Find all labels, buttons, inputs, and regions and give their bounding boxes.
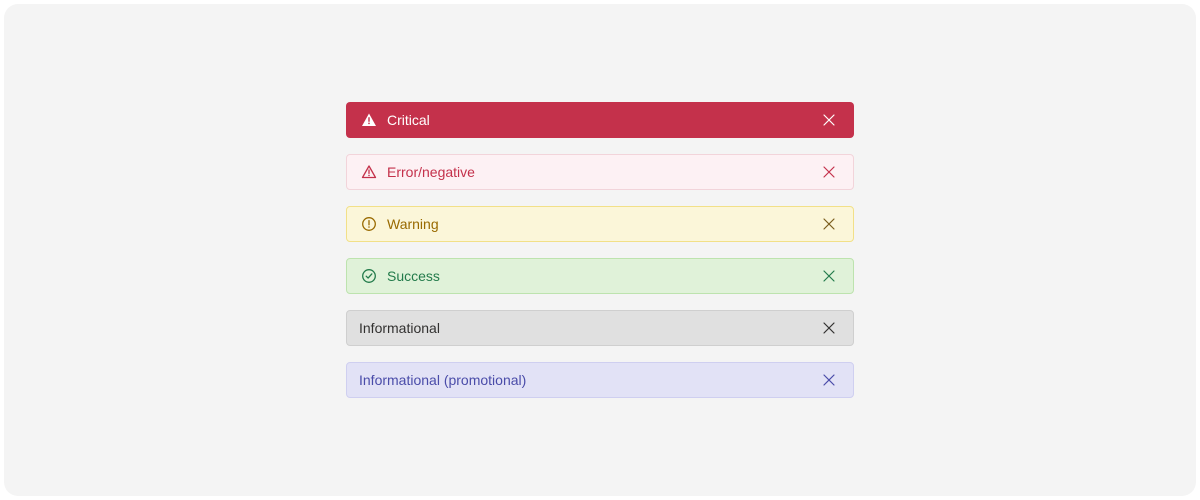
banner-critical: Critical	[346, 102, 854, 138]
banner-label: Success	[387, 269, 815, 283]
close-button[interactable]	[815, 106, 843, 134]
example-canvas: Critical Error/negative Warning	[4, 4, 1196, 496]
banner-error: Error/negative	[346, 154, 854, 190]
banner-stack: Critical Error/negative Warning	[346, 102, 854, 398]
banner-promotional: Informational (promotional)	[346, 362, 854, 398]
banner-label: Informational	[359, 321, 815, 335]
banner-label: Error/negative	[387, 165, 815, 179]
close-button[interactable]	[815, 314, 843, 342]
banner-warning: Warning	[346, 206, 854, 242]
close-button[interactable]	[815, 366, 843, 394]
banner-label: Warning	[387, 217, 815, 231]
close-button[interactable]	[815, 210, 843, 238]
close-button[interactable]	[815, 262, 843, 290]
exclamation-circle-icon	[359, 214, 379, 234]
warning-triangle-filled-icon	[359, 110, 379, 130]
checkmark-circle-icon	[359, 266, 379, 286]
banner-success: Success	[346, 258, 854, 294]
close-button[interactable]	[815, 158, 843, 186]
banner-label: Informational (promotional)	[359, 373, 815, 387]
banner-informational: Informational	[346, 310, 854, 346]
warning-triangle-icon	[359, 162, 379, 182]
banner-label: Critical	[387, 113, 815, 127]
